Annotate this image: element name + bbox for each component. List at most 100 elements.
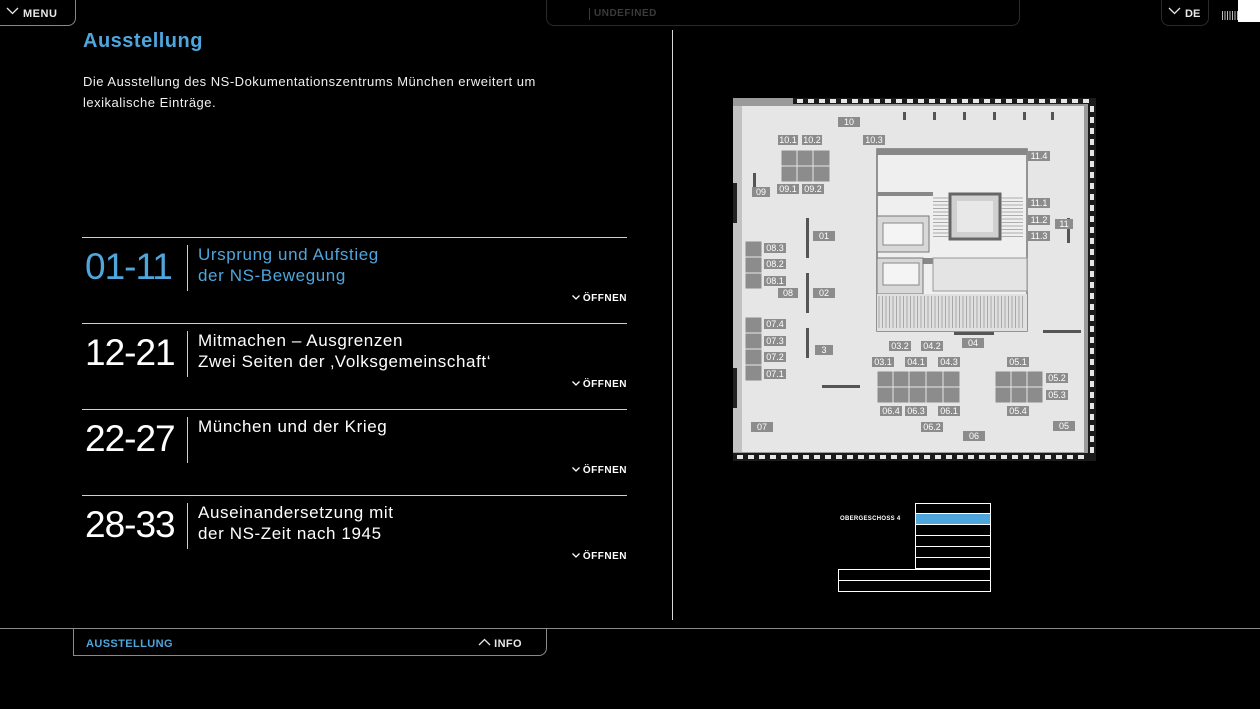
intro-text: Die Ausstellung des NS-Dokumentationszen… — [83, 74, 536, 110]
room-label[interactable]: 11 — [1055, 219, 1073, 229]
room-label[interactable]: 10 — [838, 117, 860, 127]
perimeter-tick — [819, 99, 825, 103]
floor-plan[interactable]: 10 10.1 10.2 10.3 11.4 09 09.1 09.2 11.1 11.2 11 11… — [733, 98, 1096, 461]
perimeter-tick — [1090, 117, 1094, 123]
room-label[interactable]: 03.1 — [872, 357, 894, 367]
section-22-27[interactable]: 22-27 München und der Krieg ÖFFNEN — [82, 409, 627, 495]
floor-level[interactable] — [915, 557, 991, 569]
room-label[interactable]: 10.2 — [802, 135, 822, 145]
language-selector[interactable]: DE — [1161, 0, 1209, 26]
room-label[interactable]: 06.3 — [905, 406, 927, 416]
svg-text:05: 05 — [1059, 421, 1069, 431]
open-button[interactable]: ÖFFNEN — [571, 465, 627, 476]
room-label[interactable]: 06.2 — [921, 422, 943, 432]
section-range: 01-11 — [85, 246, 173, 287]
room-label[interactable]: 11.3 — [1028, 231, 1050, 241]
floor-level[interactable] — [915, 503, 991, 514]
perimeter-tick — [1034, 455, 1040, 459]
room-label[interactable]: 04.3 — [938, 357, 960, 367]
room-label[interactable]: 07.4 — [764, 319, 786, 329]
room-label[interactable]: 04.1 — [905, 357, 927, 367]
room-label[interactable]: 08.2 — [764, 259, 786, 269]
open-button[interactable]: ÖFFNEN — [571, 551, 627, 562]
open-button[interactable]: ÖFFNEN — [571, 379, 627, 390]
room-label[interactable]: 11.1 — [1028, 198, 1050, 208]
room-label[interactable]: 05.1 — [1007, 357, 1029, 367]
perimeter-tick — [973, 99, 979, 103]
room-label[interactable]: 05.4 — [1007, 406, 1029, 416]
room-label[interactable]: 09.1 — [777, 184, 799, 194]
room-label[interactable]: 05.2 — [1046, 373, 1068, 383]
perimeter-tick — [770, 455, 776, 459]
room-label[interactable]: 07.2 — [764, 352, 786, 362]
room-label[interactable]: 10.3 — [863, 135, 885, 145]
svg-text:05.4: 05.4 — [1009, 406, 1027, 416]
perimeter-tick — [1001, 455, 1007, 459]
vertical-divider — [672, 30, 673, 620]
open-label: ÖFFNEN — [582, 465, 627, 476]
perimeter-tick — [1090, 238, 1094, 244]
room-label[interactable]: 11.2 — [1028, 215, 1050, 225]
room-label[interactable]: 10.1 — [778, 135, 798, 145]
floor-level-active[interactable] — [915, 513, 991, 525]
open-button[interactable]: ÖFFNEN — [571, 293, 627, 304]
perimeter-tick — [1090, 370, 1094, 376]
room-label[interactable]: 06.4 — [880, 406, 902, 416]
page-title: Ausstellung — [83, 30, 203, 52]
open-label: ÖFFNEN — [582, 379, 627, 390]
room-label[interactable]: 01 — [813, 231, 835, 241]
room-label[interactable]: 11.4 — [1028, 151, 1050, 161]
room-label[interactable]: 04 — [962, 338, 984, 348]
perimeter-tick — [1090, 414, 1094, 420]
svg-text:07.2: 07.2 — [766, 352, 784, 362]
room-label[interactable]: 03.2 — [889, 341, 911, 351]
perimeter-tick — [1083, 99, 1089, 103]
svg-text:08.3: 08.3 — [766, 243, 784, 253]
perimeter-tick — [1072, 99, 1078, 103]
perimeter-tick — [1023, 455, 1029, 459]
perimeter-tick — [880, 455, 886, 459]
floor-level[interactable] — [915, 524, 991, 536]
room-label[interactable]: 05.3 — [1046, 390, 1068, 400]
menu-button[interactable]: MENU — [0, 0, 76, 26]
section-range: 22-27 — [85, 418, 176, 459]
floor-level[interactable] — [838, 580, 991, 592]
room-label[interactable]: 06 — [963, 431, 985, 441]
floor-level[interactable] — [915, 546, 991, 558]
floor-level[interactable] — [915, 535, 991, 547]
room-label[interactable]: 09 — [752, 187, 770, 197]
room-label[interactable]: 08.1 — [764, 276, 786, 286]
plan-left-opening — [733, 368, 737, 408]
room-label[interactable]: 3 — [815, 345, 833, 355]
perimeter-tick — [1090, 205, 1094, 211]
open-label: ÖFFNEN — [582, 551, 627, 562]
section-28-33[interactable]: 28-33 Auseinandersetzung mit der NS-Zeit… — [82, 495, 627, 581]
perimeter-tick — [1090, 161, 1094, 167]
room-label[interactable]: 08.3 — [764, 243, 786, 253]
room-label[interactable]: 09.2 — [802, 184, 824, 194]
room-label[interactable]: 05 — [1053, 421, 1075, 431]
perimeter-tick — [1090, 337, 1094, 343]
center-title: UNDEFINED — [589, 8, 657, 20]
section-01-11[interactable]: 01-11 Ursprung und Aufstieg der NS-Beweg… — [82, 237, 627, 323]
chevron-up-icon — [478, 638, 491, 646]
info-label: INFO — [494, 638, 522, 650]
section-title: Mitmachen – Ausgrenzen Zwei Seiten der ‚… — [198, 330, 491, 372]
room-label[interactable]: 07 — [751, 422, 773, 432]
info-button[interactable]: INFO — [478, 638, 522, 650]
floor-level[interactable] — [838, 569, 991, 581]
svg-text:06.3: 06.3 — [907, 406, 925, 416]
room-label[interactable]: 07.1 — [764, 369, 786, 379]
perimeter-tick — [1090, 348, 1094, 354]
perimeter-tick — [1006, 99, 1012, 103]
svg-text:04.1: 04.1 — [907, 357, 925, 367]
section-12-21[interactable]: 12-21 Mitmachen – Ausgrenzen Zwei Seiten… — [82, 323, 627, 409]
room-label[interactable]: 06.1 — [938, 406, 960, 416]
room-label[interactable]: 07.3 — [764, 336, 786, 346]
room-label[interactable]: 04.2 — [921, 341, 943, 351]
svg-text:11: 11 — [1059, 219, 1068, 229]
room-label[interactable]: 02 — [813, 288, 835, 298]
bottom-section-label[interactable]: AUSSTELLUNG — [86, 638, 173, 650]
svg-text:07.4: 07.4 — [766, 319, 784, 329]
room-label[interactable]: 08 — [778, 288, 798, 298]
